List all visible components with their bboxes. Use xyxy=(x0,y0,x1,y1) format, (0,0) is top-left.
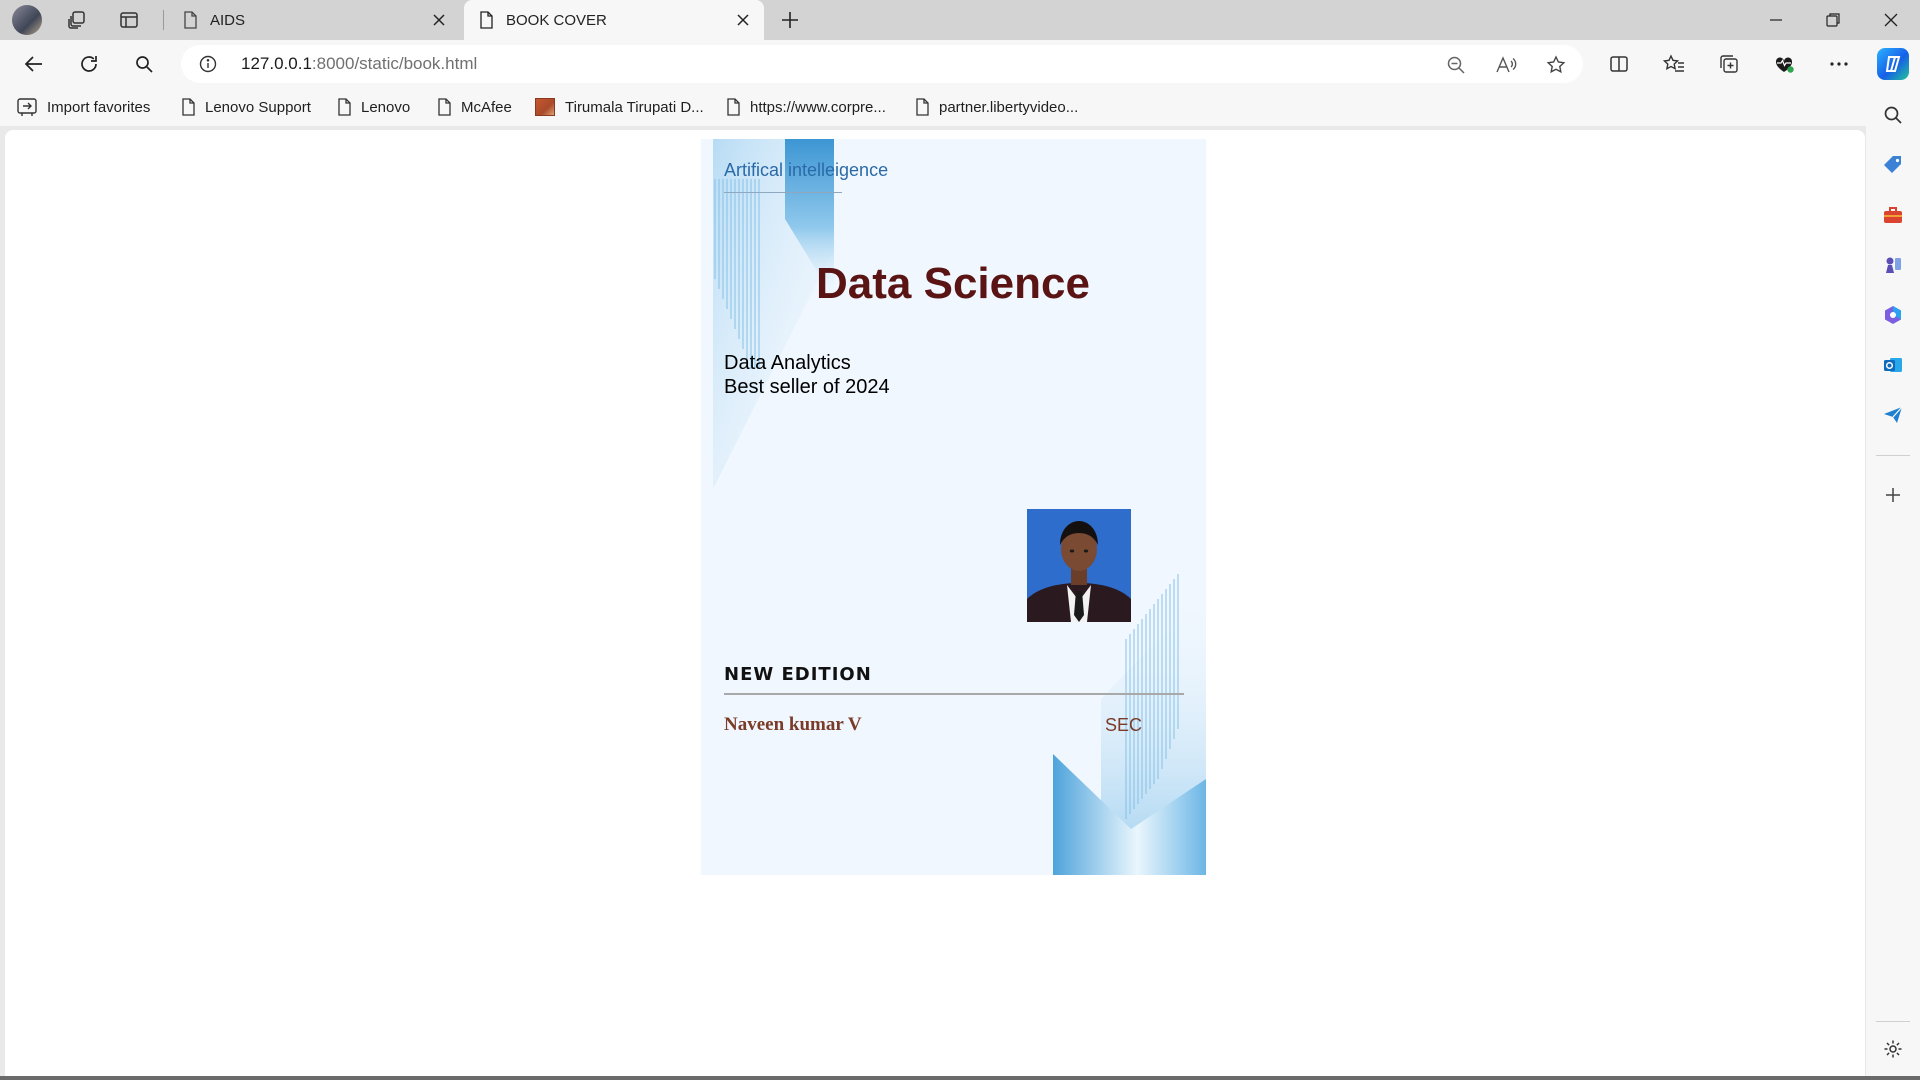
more-options-icon[interactable] xyxy=(1822,47,1856,81)
favorite-label: Import favorites xyxy=(47,98,151,116)
favorite-mcafee[interactable]: McAfee xyxy=(436,96,512,118)
copilot-icon[interactable] xyxy=(1877,48,1909,80)
games-icon[interactable] xyxy=(1879,251,1907,279)
tools-briefcase-icon[interactable] xyxy=(1879,201,1907,229)
refresh-button[interactable] xyxy=(72,47,106,81)
site-info-icon[interactable] xyxy=(199,55,217,78)
new-tab-button[interactable] xyxy=(775,5,805,35)
favorite-partner-libertyvideo[interactable]: partner.libertyvideo... xyxy=(914,96,1078,118)
minimize-button[interactable] xyxy=(1749,0,1803,40)
close-tab-icon[interactable] xyxy=(732,9,754,31)
favorites-bar: Import favorites Lenovo Support Lenovo M… xyxy=(0,88,1920,126)
search-icon[interactable] xyxy=(127,47,161,81)
tab-strip: AIDS BOOK COVER xyxy=(0,0,1920,40)
workspaces-icon[interactable] xyxy=(62,5,92,35)
zoom-out-icon[interactable] xyxy=(1442,51,1470,79)
sidebar-search-icon[interactable] xyxy=(1879,101,1907,129)
favorite-label: Lenovo xyxy=(361,98,411,116)
favorite-label: https://www.corpre... xyxy=(750,98,886,116)
url-text[interactable]: 127.0.0.1:8000/static/book.html xyxy=(241,54,477,74)
collections-icon[interactable] xyxy=(1712,47,1746,81)
send-arrow-icon[interactable] xyxy=(1879,401,1907,429)
bottom-edge xyxy=(0,1076,1920,1080)
book-title: Data Science xyxy=(816,259,1090,308)
page-icon xyxy=(727,98,740,116)
profile-avatar[interactable] xyxy=(12,5,42,35)
import-icon xyxy=(17,98,37,116)
tab-book-cover[interactable]: BOOK COVER xyxy=(464,0,764,40)
address-bar[interactable]: 127.0.0.1:8000/static/book.html xyxy=(181,45,1583,83)
tab-aids[interactable]: AIDS xyxy=(170,0,460,40)
page-icon xyxy=(916,98,929,116)
sidebar-divider xyxy=(1876,1021,1910,1022)
favorites-icon[interactable] xyxy=(1657,47,1691,81)
close-tab-icon[interactable] xyxy=(428,9,450,31)
tab-title: BOOK COVER xyxy=(506,11,607,29)
restore-button[interactable] xyxy=(1806,0,1860,40)
navigation-toolbar: 127.0.0.1:8000/static/book.html xyxy=(0,40,1920,88)
topic-underline xyxy=(724,192,842,193)
cover-topic: Artifical intelleigence xyxy=(724,160,889,180)
page-viewport: Artifical intelleigence Data Science Dat… xyxy=(5,130,1865,1078)
favorite-label: Lenovo Support xyxy=(205,98,311,116)
cover-decoration xyxy=(713,139,1206,875)
back-button[interactable] xyxy=(17,47,51,81)
book-cover: Artifical intelleigence Data Science Dat… xyxy=(701,139,1206,875)
microsoft-365-icon[interactable] xyxy=(1879,301,1907,329)
publisher-name: SEC xyxy=(1105,715,1143,735)
tab-separator xyxy=(163,10,164,30)
browser-essentials-icon[interactable] xyxy=(1767,47,1801,81)
favorite-label: Tirumala Tirupati D... xyxy=(565,98,704,116)
read-aloud-icon[interactable] xyxy=(1492,51,1520,79)
favorite-label: McAfee xyxy=(461,98,512,116)
favorite-star-icon[interactable] xyxy=(1542,51,1570,79)
add-sidebar-app-icon[interactable] xyxy=(1879,481,1907,509)
favorite-lenovo[interactable]: Lenovo xyxy=(336,96,410,118)
author-name: Naveen kumar V xyxy=(724,714,862,735)
book-subtitle: Data Analytics xyxy=(724,352,851,374)
edge-sidebar xyxy=(1866,88,1920,1080)
favorite-tirumala[interactable]: Tirumala Tirupati D... xyxy=(535,96,704,118)
shopping-tag-icon[interactable] xyxy=(1879,151,1907,179)
url-path: :8000/static/book.html xyxy=(311,54,478,73)
page-icon xyxy=(338,98,351,116)
author-photo xyxy=(1027,509,1131,622)
settings-gear-icon[interactable] xyxy=(1879,1035,1907,1063)
page-icon xyxy=(184,11,197,29)
split-screen-icon[interactable] xyxy=(1602,47,1636,81)
page-icon xyxy=(480,11,493,29)
favorite-lenovo-support[interactable]: Lenovo Support xyxy=(180,96,311,118)
vertical-tabs-icon[interactable] xyxy=(114,5,144,35)
url-host: 127.0.0.1 xyxy=(241,54,312,73)
favorite-corpre[interactable]: https://www.corpre... xyxy=(725,96,886,118)
tab-title: AIDS xyxy=(210,11,246,29)
book-tagline: Best seller of 2024 xyxy=(724,376,890,398)
favorite-label: partner.libertyvideo... xyxy=(939,98,1079,116)
edition-label: NEW EDITION xyxy=(724,664,872,685)
page-icon xyxy=(182,98,195,116)
favorite-import-favorites[interactable]: Import favorites xyxy=(16,96,150,118)
edition-divider xyxy=(724,693,1184,695)
outlook-icon[interactable] xyxy=(1879,351,1907,379)
sidebar-divider xyxy=(1876,455,1910,456)
page-icon xyxy=(438,98,451,116)
close-window-button[interactable] xyxy=(1864,0,1918,40)
site-favicon xyxy=(535,98,555,116)
